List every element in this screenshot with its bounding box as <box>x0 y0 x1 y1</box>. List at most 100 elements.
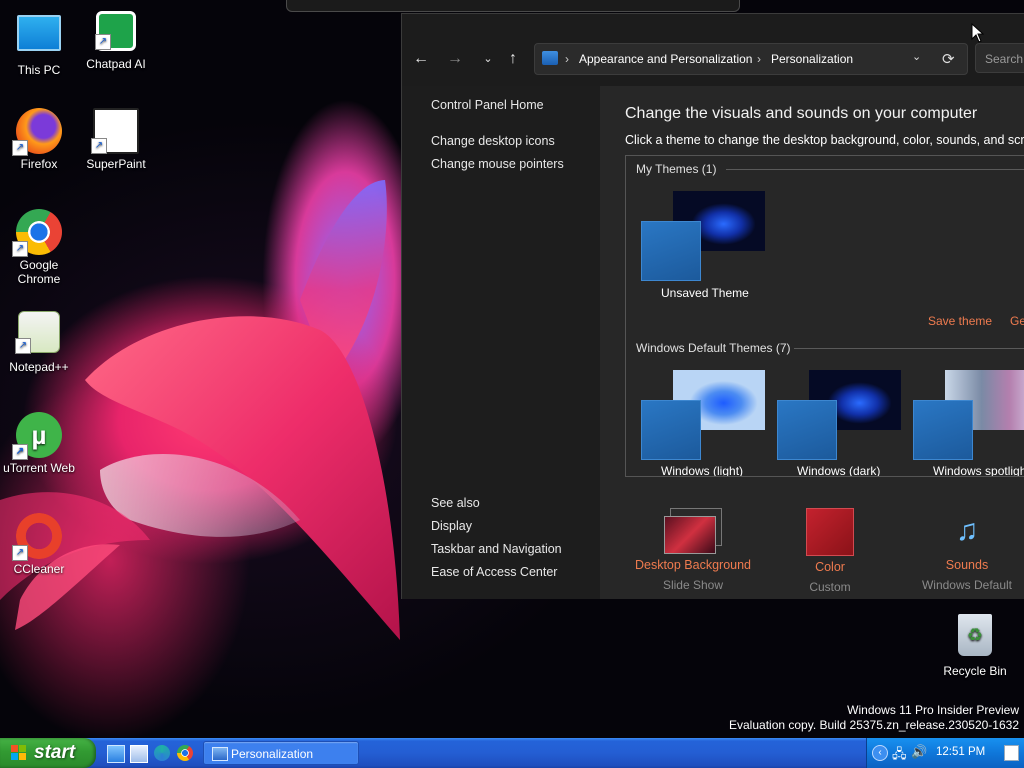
page-subtitle: Click a theme to change the desktop back… <box>625 133 1024 147</box>
desktop-icon-label: CCleaner <box>13 562 65 576</box>
start-button[interactable]: start <box>0 738 96 768</box>
breadcrumb-personalization[interactable]: Personalization <box>771 52 853 66</box>
desktop-icon-label: uTorrent Web <box>3 461 75 475</box>
tray-expand-chevron-icon[interactable]: ‹ <box>872 745 888 761</box>
sounds-icon: ♫ <box>955 514 979 547</box>
main-content: Change the visuals and sounds on your co… <box>600 86 1024 599</box>
control-panel-icon <box>212 747 228 761</box>
theme-list: My Themes (1) Unsaved Theme Save theme G… <box>625 155 1024 477</box>
ease-of-access-link[interactable]: Ease of Access Center <box>431 565 557 579</box>
desktop-icon-recycle-bin[interactable]: ♻ Recycle Bin <box>936 614 1014 678</box>
theme-windows-light[interactable] <box>641 370 765 460</box>
shortcut-arrow-icon: ↗ <box>12 444 28 460</box>
chrome-icon: ↗ <box>12 209 62 257</box>
taskbar-button-personalization[interactable]: Personalization <box>203 741 359 765</box>
breadcrumb-separator-icon: › <box>565 52 569 66</box>
forward-arrow-icon[interactable]: → <box>444 48 466 70</box>
taskbar-navigation-link[interactable]: Taskbar and Navigation <box>431 542 562 556</box>
theme-windows-spotlight[interactable] <box>913 370 1024 460</box>
file-explorer-icon[interactable] <box>130 745 148 763</box>
theme-color-swatch <box>777 400 837 460</box>
save-theme-link[interactable]: Save theme <box>928 314 992 328</box>
windows-logo-icon <box>11 745 26 760</box>
monitor-icon <box>17 15 61 51</box>
network-icon[interactable]: 🖧 <box>892 745 907 767</box>
control-panel-icon <box>542 51 558 65</box>
shortcut-arrow-icon: ↗ <box>12 241 28 257</box>
edge-icon[interactable] <box>154 745 170 761</box>
desktop-icon-firefox[interactable]: ↗ Firefox <box>0 108 78 171</box>
shortcut-arrow-icon: ↗ <box>95 34 111 50</box>
task-pane: Control Panel Home Change desktop icons … <box>402 86 600 599</box>
desktop-icon-label: Google Chrome <box>17 258 61 286</box>
color-value: Custom <box>809 580 851 594</box>
breadcrumb-appearance[interactable]: Appearance and Personalization <box>579 52 752 66</box>
breadcrumb-separator-icon: › <box>757 52 761 66</box>
change-desktop-icons-link[interactable]: Change desktop icons <box>431 134 555 148</box>
notepadpp-icon: ↗ <box>15 311 60 354</box>
theme-color-swatch <box>913 400 973 460</box>
desktop-icon-label: This PC <box>17 63 61 77</box>
show-desktop-icon[interactable] <box>107 745 125 763</box>
watermark-line: Evaluation copy. Build 25375.zn_release.… <box>729 718 1019 732</box>
color-label: Color <box>815 560 845 574</box>
clock[interactable]: 12:51 PM <box>936 746 985 758</box>
back-arrow-icon[interactable]: ← <box>410 48 432 70</box>
personalization-window: ← → ⌄ ↑ › Appearance and Personalization… <box>401 13 1024 599</box>
color-button[interactable]: Color Custom <box>760 508 900 594</box>
ccleaner-icon: ↗ <box>12 513 62 561</box>
shortcut-arrow-icon: ↗ <box>12 545 28 561</box>
address-dropdown-chevron-icon[interactable]: ⌄ <box>912 50 921 63</box>
desktop-icon-this-pc[interactable]: This PC <box>0 11 78 77</box>
display-link[interactable]: Display <box>431 519 472 533</box>
desktop-background-icon <box>664 508 722 554</box>
desktop-icon-label: Recycle Bin <box>943 664 1007 678</box>
theme-windows-dark[interactable] <box>777 370 901 460</box>
utorrent-icon: µ ↗ <box>12 412 62 460</box>
start-label: start <box>34 742 76 763</box>
theme-label: Unsaved Theme <box>661 286 749 300</box>
up-arrow-icon[interactable]: ↑ <box>502 48 524 70</box>
desktop-icon-ccleaner[interactable]: ↗ CCleaner <box>0 513 78 576</box>
theme-label: Windows spotlight <box>933 464 1024 477</box>
default-themes-header: Windows Default Themes (7) <box>636 341 791 355</box>
desktop-icon-notepadpp[interactable]: ↗ Notepad++ <box>0 311 78 374</box>
desktop-icon-chatpad-ai[interactable]: ↗ Chatpad AI <box>77 11 155 71</box>
get-more-themes-link[interactable]: Ge <box>1010 314 1024 328</box>
theme-unsaved[interactable] <box>641 191 765 281</box>
volume-icon[interactable]: 🔊 <box>911 744 927 760</box>
control-panel-home-link[interactable]: Control Panel Home <box>431 98 544 112</box>
sounds-value: Windows Default <box>921 578 1013 592</box>
navigation-bar: ← → ⌄ ↑ › Appearance and Personalization… <box>402 14 1024 86</box>
theme-label: Windows (light) <box>661 464 744 477</box>
desktop-icon-superpaint[interactable]: ↗ SuperPaint <box>77 108 155 171</box>
desktop-background-label: Desktop Background <box>634 558 752 572</box>
desktop-background-button[interactable]: Desktop Background Slide Show <box>623 508 763 592</box>
desktop-icon-utorrent-web[interactable]: µ ↗ uTorrent Web <box>0 412 78 475</box>
color-icon <box>806 508 854 556</box>
refresh-icon[interactable]: ⟳ <box>942 50 955 68</box>
theme-color-swatch <box>641 400 701 460</box>
chrome-icon[interactable] <box>177 745 193 761</box>
recent-locations-chevron-icon[interactable]: ⌄ <box>477 48 499 70</box>
search-input[interactable]: Search <box>975 43 1024 73</box>
desktop-icon-label: Chatpad AI <box>86 57 146 71</box>
shortcut-arrow-icon: ↗ <box>91 138 107 154</box>
change-mouse-pointers-link[interactable]: Change mouse pointers <box>431 157 564 171</box>
desktop-icon-label: Notepad++ <box>9 360 69 374</box>
page-title: Change the visuals and sounds on your co… <box>625 105 978 122</box>
desktop-icon-google-chrome[interactable]: ↗ Google Chrome <box>0 209 78 286</box>
desktop-icon-label: SuperPaint <box>86 157 146 171</box>
sounds-button[interactable]: ♫ Sounds Windows Default <box>897 508 1024 592</box>
address-bar[interactable]: › Appearance and Personalization › Perso… <box>534 43 968 75</box>
divider <box>794 348 1024 349</box>
mouse-cursor-icon <box>971 23 985 43</box>
recycle-bin-icon: ♻ <box>958 614 992 656</box>
taskbar: start Personalization ‹ 🖧 🔊 12:51 PM <box>0 738 1024 768</box>
shortcut-arrow-icon: ↗ <box>12 140 28 156</box>
notification-icon[interactable] <box>1004 745 1019 761</box>
system-tray: ‹ 🖧 🔊 12:51 PM <box>866 738 1024 768</box>
divider <box>726 169 1024 170</box>
background-window-edge <box>286 0 740 12</box>
chatpad-icon: ↗ <box>95 11 136 51</box>
